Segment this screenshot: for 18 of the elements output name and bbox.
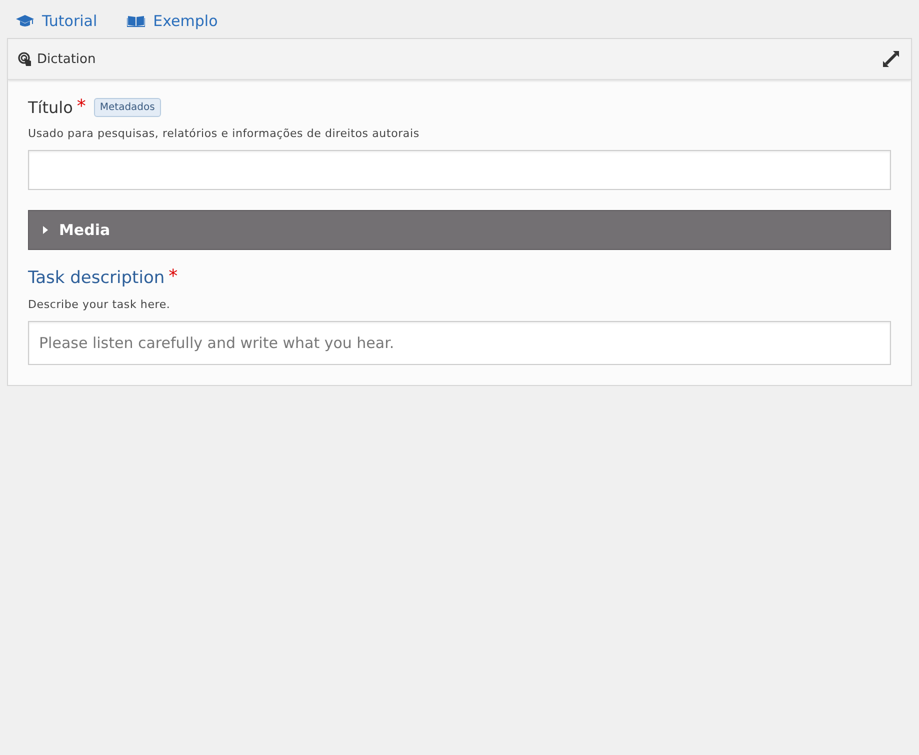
task-description-field[interactable]: Please listen carefully and write what you hear.: [28, 321, 891, 365]
graduation-cap-icon: [16, 15, 34, 27]
required-mark: *: [76, 98, 86, 116]
help-text: Describe your task here.: [28, 298, 172, 311]
panel-title: Dictation: [37, 52, 96, 66]
metadata-tag: Metadados: [94, 98, 161, 117]
field-label: Task description: [28, 268, 165, 288]
required-mark: *: [168, 268, 178, 286]
expand-icon[interactable]: [881, 49, 901, 69]
caret-icon: [43, 225, 49, 235]
nav-link[interactable]: Tutorial: [16, 10, 98, 32]
field-label: Título: [28, 98, 73, 117]
title-input[interactable]: [28, 150, 891, 190]
book-icon: [127, 15, 146, 27]
nav-link[interactable]: Exemplo: [127, 10, 218, 32]
help-text: Usado para pesquisas, relatórios e informações de direitos autorais: [28, 127, 420, 140]
media-section-header[interactable]: Media: [28, 210, 891, 250]
touch-icon: [18, 52, 32, 66]
